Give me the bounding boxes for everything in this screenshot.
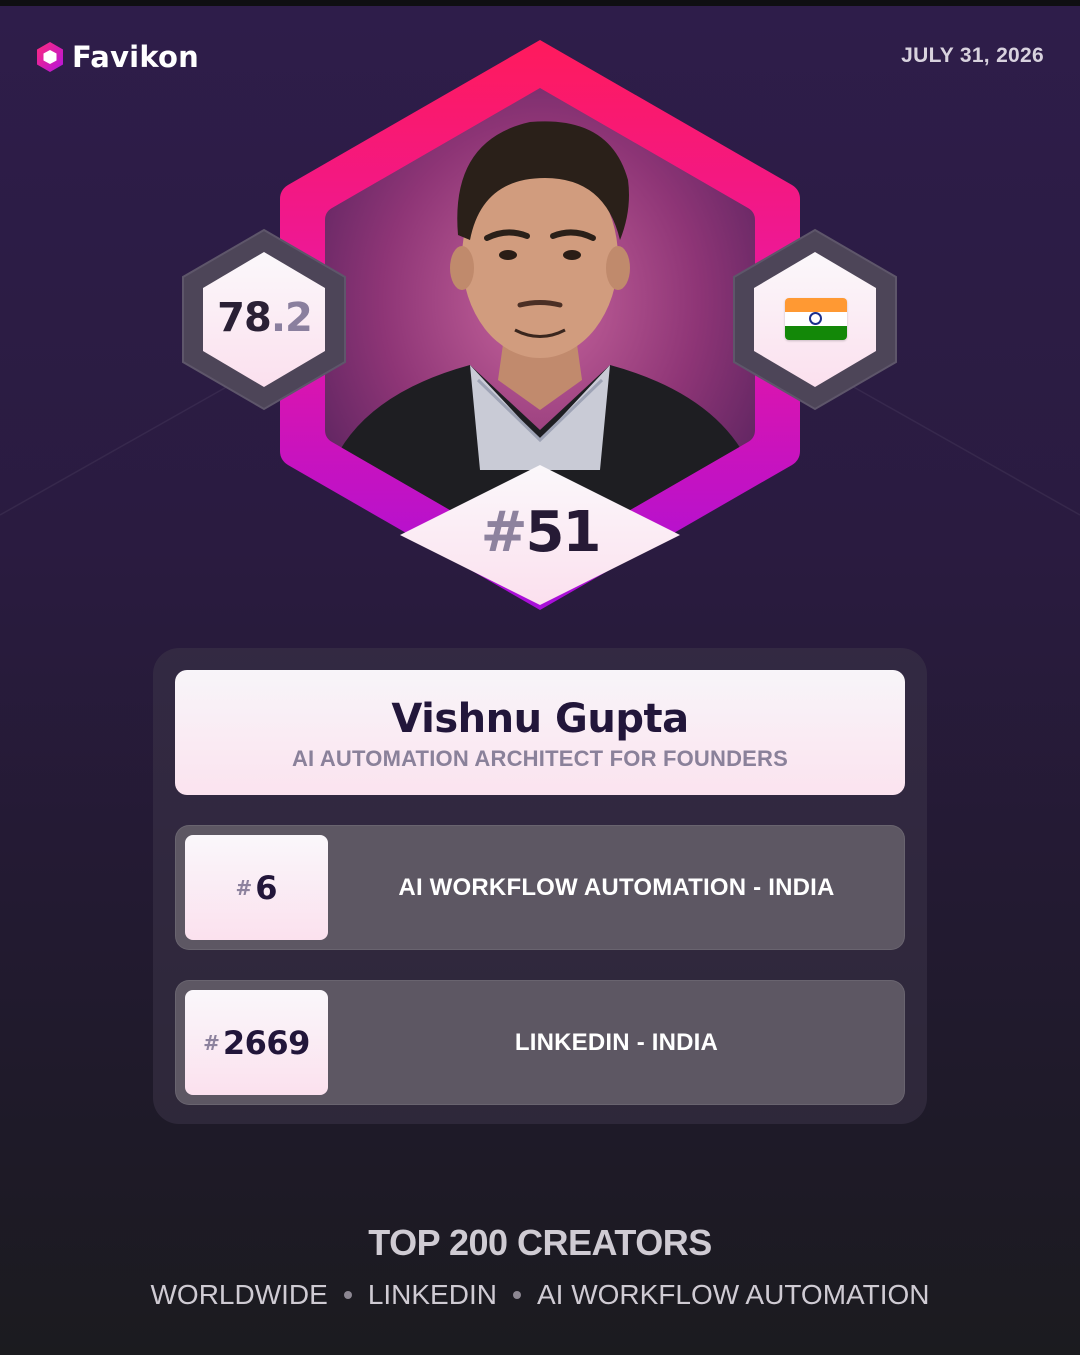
creator-name: Vishnu Gupta [391, 696, 689, 742]
india-flag-icon [785, 298, 847, 340]
platform-rank-badge: #2669 [185, 990, 328, 1095]
category-rank-row: #6 AI WORKFLOW AUTOMATION - INDIA [175, 825, 905, 950]
footer-title: TOP 200 CREATORS [368, 1222, 712, 1263]
creator-score: 78.2 [217, 295, 313, 341]
separator-dot [512, 1291, 521, 1299]
footer-tag-category: AI WORKFLOW AUTOMATION [536, 1279, 930, 1310]
overall-rank: #51 [480, 500, 602, 565]
platform-rank-row: #2669 LINKEDIN - INDIA [175, 980, 905, 1105]
platform-rank-label: LINKEDIN - INDIA [514, 1028, 719, 1056]
footer-tags: WORLDWIDE LINKEDIN AI WORKFLOW AUTOMATIO… [0, 1279, 1080, 1311]
footer-tag-linkedin: LINKEDIN [367, 1279, 497, 1310]
footer-tag-worldwide: WORLDWIDE [150, 1279, 328, 1310]
name-card: Vishnu Gupta AI AUTOMATION ARCHITECT FOR… [175, 670, 905, 795]
creator-title: AI AUTOMATION ARCHITECT FOR FOUNDERS [291, 746, 789, 771]
category-rank-label: AI WORKFLOW AUTOMATION - INDIA [398, 873, 835, 901]
separator-dot [343, 1291, 352, 1299]
category-rank-badge: #6 [185, 835, 328, 940]
